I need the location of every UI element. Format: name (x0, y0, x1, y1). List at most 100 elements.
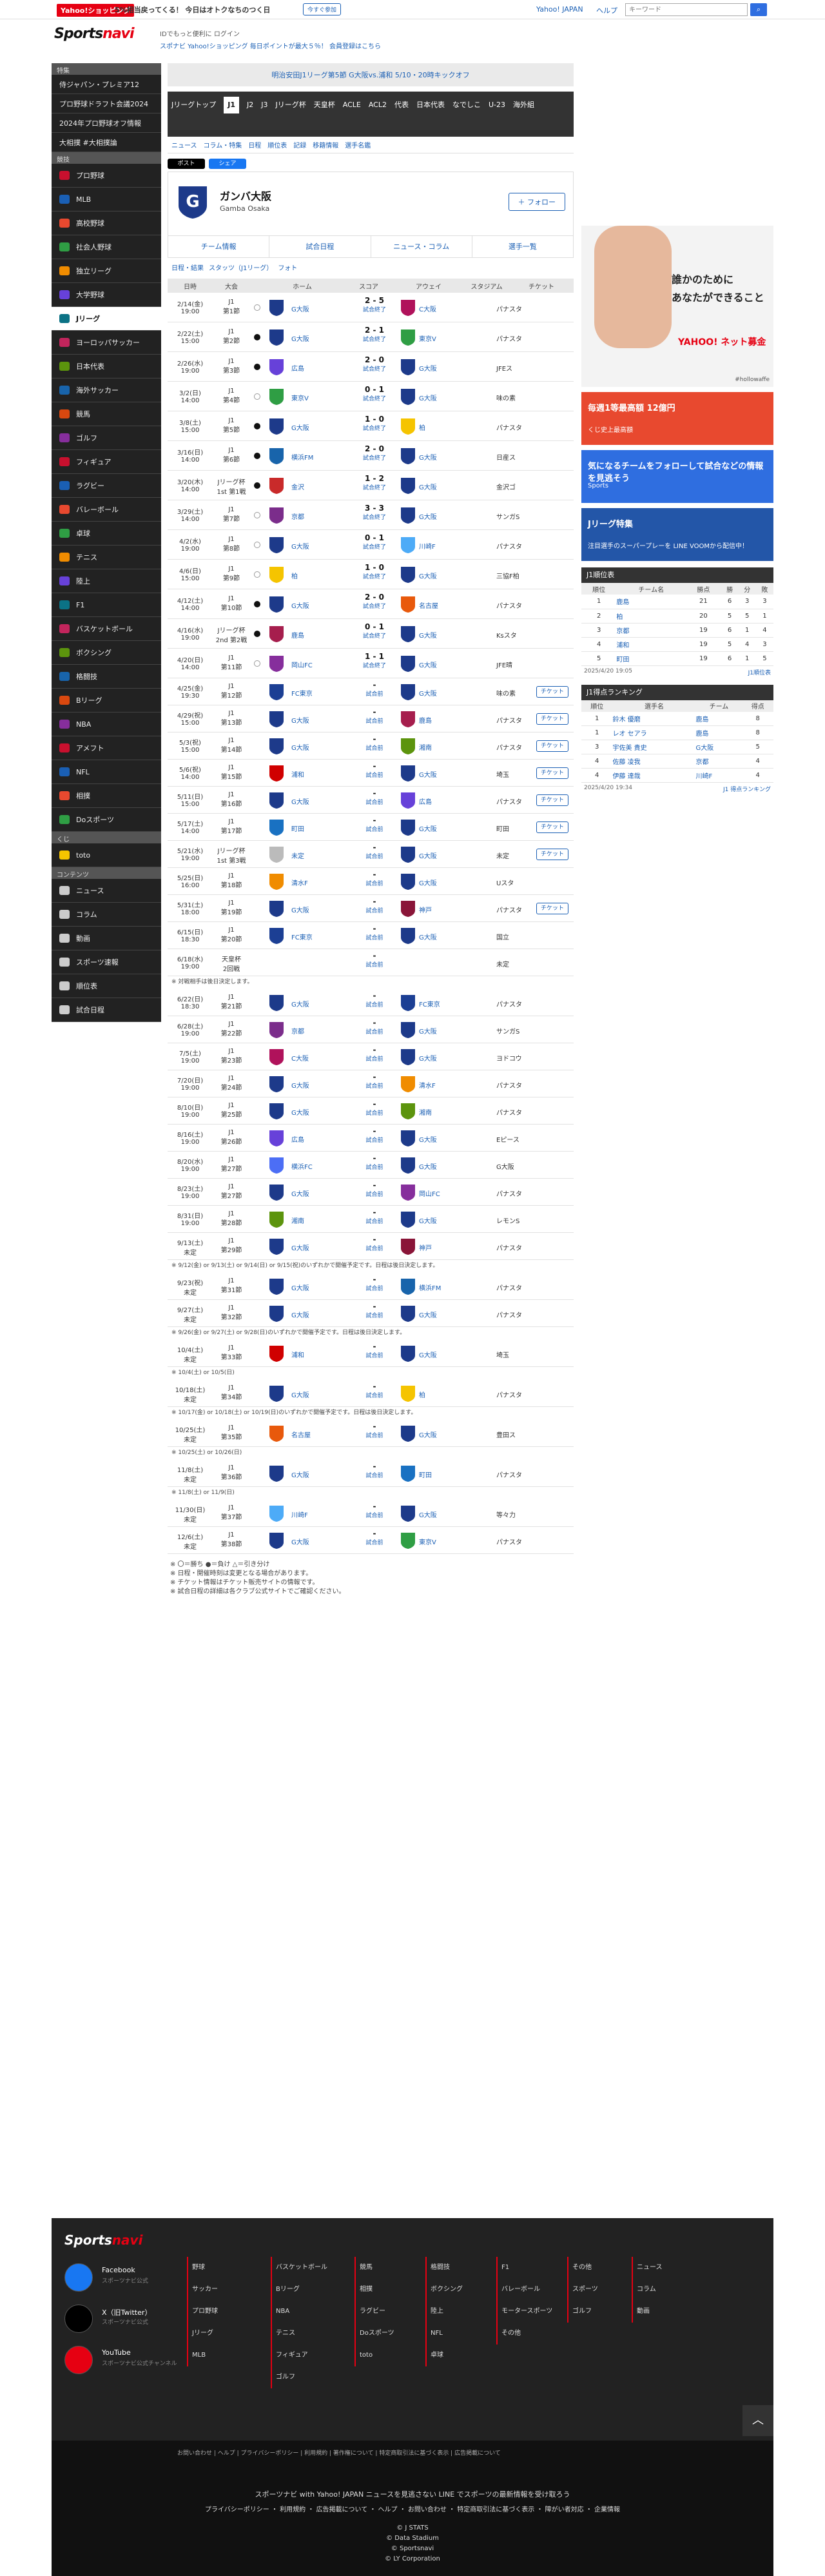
stadium[interactable]: 三協F柏 (496, 571, 535, 580)
home-team[interactable]: G大阪 (291, 742, 331, 752)
home-team[interactable]: 鹿島 (291, 630, 331, 640)
away-team[interactable]: G大阪 (419, 452, 460, 462)
sub-nav-item[interactable]: コラム・特集 (204, 140, 242, 150)
score[interactable]: - 試合前 (352, 991, 397, 1008)
stadium[interactable]: 埼玉 (496, 769, 535, 779)
sidebar-item-sport[interactable]: Doスポーツ (52, 808, 161, 832)
sub-nav-item[interactable]: ニュース (171, 140, 197, 150)
score[interactable]: - 試合前 (352, 1154, 397, 1171)
competition[interactable]: J1 第1節 (213, 299, 250, 315)
sidebar-item-content[interactable]: スポーツ速報 (52, 950, 161, 974)
score[interactable]: 2 - 1 試合終了 (352, 326, 397, 343)
sidebar-item-sport[interactable]: プロ野球 (52, 164, 161, 188)
score[interactable]: - 試合前 (352, 1462, 397, 1479)
competition[interactable]: J1 第9節 (213, 565, 250, 582)
page-top-button[interactable]: ︿ (742, 2405, 773, 2436)
footer-link[interactable]: モータースポーツ (496, 2301, 561, 2323)
away-team[interactable]: G大阪 (419, 630, 460, 640)
footer-link[interactable]: バレーボール (496, 2279, 561, 2301)
stadium[interactable]: パナスタ (496, 1080, 535, 1090)
footer-logo[interactable]: Sportsnavi (64, 2232, 142, 2248)
competition[interactable]: J1 第18節 (213, 872, 250, 889)
away-team[interactable]: G大阪 (419, 688, 460, 698)
score[interactable]: - 試合前 (352, 1342, 397, 1359)
score[interactable]: - 試合前 (352, 734, 397, 752)
footer-link[interactable]: NFL (425, 2323, 490, 2345)
home-team[interactable]: G大阪 (291, 715, 331, 725)
footer-link[interactable]: toto (354, 2345, 419, 2366)
follow-button[interactable]: ＋ フォロー (508, 193, 565, 211)
sidebar-item-sport[interactable]: 高校野球 (52, 211, 161, 235)
ticket-button[interactable]: チケット (536, 713, 568, 725)
sidebar-featured-item[interactable]: 侍ジャパン・プレミア12 (52, 75, 161, 94)
stadium[interactable]: パナスタ (496, 1390, 535, 1399)
away-team[interactable]: 神戸 (419, 1243, 460, 1252)
stadium[interactable]: パナスタ (496, 304, 535, 313)
ticket-button[interactable]: チケット (536, 686, 568, 698)
competition[interactable]: J1 第26節 (213, 1129, 250, 1146)
away-team[interactable]: 神戸 (419, 905, 460, 914)
line-promo[interactable]: スポーツナビ with Yahoo! JAPAN ニュースを見逃さない LINE… (52, 2489, 773, 2499)
away-team[interactable]: G大阪 (419, 1161, 460, 1171)
sidebar-featured-item[interactable]: 大相撲 #大相撲論 (52, 133, 161, 152)
away-team[interactable]: 東京V (419, 1537, 460, 1546)
home-team[interactable]: G大阪 (291, 600, 331, 610)
schedule-subtab[interactable]: 日程・結果 (171, 262, 204, 272)
sidebar-featured-item[interactable]: プロ野球ドラフト会議2024 (52, 94, 161, 113)
away-team[interactable]: 柏 (419, 1390, 460, 1399)
ticket-button[interactable]: チケット (536, 794, 568, 806)
stadium[interactable]: ヨドコウ (496, 1053, 535, 1063)
home-team[interactable]: G大阪 (291, 999, 331, 1008)
schedule-subtab[interactable]: スタッツ（J1リーグ） (209, 262, 273, 272)
footer-link[interactable]: Bリーグ (271, 2279, 335, 2301)
away-team[interactable]: G大阪 (419, 932, 460, 941)
score[interactable]: - 試合前 (352, 1126, 397, 1144)
competition[interactable]: 天皇杯 2回戦 (213, 954, 250, 973)
sidebar-item-sport[interactable]: 海外サッカー (52, 379, 161, 402)
away-team[interactable]: 横浜FM (419, 1283, 460, 1292)
stadium[interactable]: Uスタ (496, 878, 535, 887)
home-team[interactable]: FC東京 (291, 688, 331, 698)
competition[interactable]: J1 第38節 (213, 1531, 250, 1548)
home-team[interactable]: 東京V (291, 393, 331, 402)
footer-link[interactable]: 競馬 (354, 2257, 419, 2279)
stadium[interactable]: 未定 (496, 850, 535, 860)
score[interactable]: - 試合前 (352, 1502, 397, 1519)
footer-link[interactable]: 動画 (632, 2301, 696, 2323)
score[interactable]: - 試合前 (352, 762, 397, 779)
home-team[interactable]: C大阪 (291, 1053, 331, 1063)
promo-text[interactable]: 5%相当戻ってくる！ 今日はオトクなちのつく日 (115, 5, 270, 15)
promo-join-button[interactable]: 今すぐ参加 (303, 3, 342, 15)
stadium[interactable]: パナスタ (496, 999, 535, 1008)
score[interactable]: - 試合前 (352, 789, 397, 806)
league-nav-item[interactable]: J3 (261, 97, 267, 113)
table-cell[interactable]: 京都 (616, 623, 686, 638)
sidebar-item-content[interactable]: ニュース (52, 879, 161, 903)
match-banner[interactable]: 明治安田J1リーグ第5節 G大阪vs.浦和 5/10・20時キックオフ (168, 63, 574, 86)
home-team[interactable]: 金沢 (291, 482, 331, 491)
score[interactable]: - 試合前 (352, 680, 397, 698)
competition[interactable]: J1 第32節 (213, 1304, 250, 1321)
stadium[interactable]: パナスタ (496, 1243, 535, 1252)
league-nav-item[interactable]: ACL2 (369, 97, 387, 113)
away-team[interactable]: G大阪 (419, 769, 460, 779)
sidebar-item-content[interactable]: 順位表 (52, 974, 161, 998)
sidebar-item-sport[interactable]: フィギュア (52, 450, 161, 474)
search-icon[interactable]: ⌕ (750, 3, 767, 16)
stadium[interactable]: 味の素 (496, 688, 535, 698)
home-team[interactable]: 町田 (291, 823, 331, 833)
home-team[interactable]: FC東京 (291, 932, 331, 941)
competition[interactable]: J1 第12節 (213, 683, 250, 700)
stadium[interactable]: JFE晴 (496, 660, 535, 669)
sub-nav-item[interactable]: 移籍情報 (313, 140, 338, 150)
away-team[interactable]: G大阪 (419, 1430, 460, 1439)
table-cell[interactable]: 町田 (616, 651, 686, 666)
competition[interactable]: J1 第10節 (213, 595, 250, 612)
stadium[interactable]: レモンS (496, 1215, 535, 1225)
sidebar-item-sport[interactable]: 競馬 (52, 402, 161, 426)
away-team[interactable]: G大阪 (419, 363, 460, 373)
stadium[interactable]: 等々力 (496, 1509, 535, 1519)
stadium[interactable]: パナスタ (496, 600, 535, 610)
competition[interactable]: J1 第28節 (213, 1210, 250, 1227)
footer-link[interactable]: 格闘技 (425, 2257, 490, 2279)
